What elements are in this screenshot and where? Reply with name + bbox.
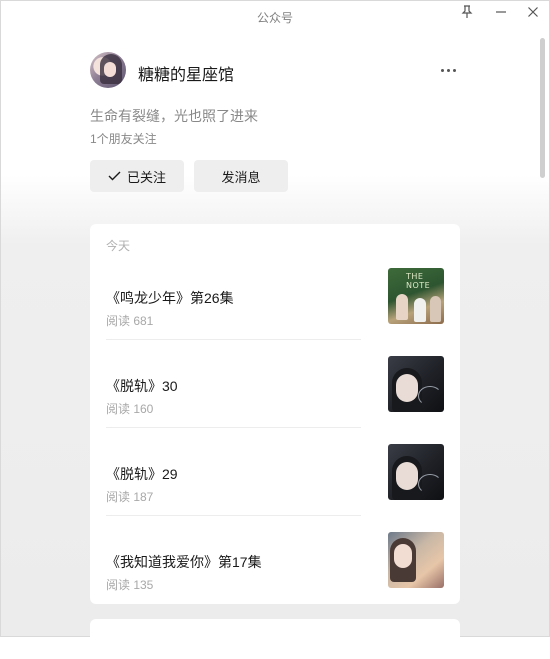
account-bio: 生命有裂缝，光也照了进来	[90, 108, 258, 124]
article-title: 《脱轨》29	[106, 466, 178, 482]
close-icon	[528, 7, 538, 17]
checkmark-icon	[108, 171, 121, 181]
more-dots-icon	[440, 68, 444, 72]
list-divider	[106, 427, 361, 428]
list-divider	[106, 339, 361, 340]
article-thumbnail	[388, 532, 444, 588]
article-read-count: 阅读 187	[106, 490, 154, 504]
article-item[interactable]: 《我知道我爱你》第17集 阅读 135	[90, 532, 460, 620]
list-divider	[106, 515, 361, 516]
minimize-icon	[496, 11, 506, 13]
send-message-button[interactable]: 发消息	[194, 160, 288, 192]
article-thumbnail	[388, 444, 444, 500]
article-read-count: 阅读 135	[106, 578, 154, 592]
title-bar: 公众号	[0, 0, 550, 32]
more-options-button[interactable]	[436, 60, 460, 80]
article-title: 《鸣龙少年》第26集	[106, 290, 234, 306]
followed-button-label: 已关注	[126, 169, 166, 185]
article-title: 《我知道我爱你》第17集	[106, 554, 262, 570]
article-item[interactable]: 《脱轨》30 阅读 160	[90, 356, 460, 444]
send-message-label: 发消息	[221, 169, 261, 185]
pin-button[interactable]	[453, 2, 481, 22]
friends-following-count[interactable]: 1个朋友关注	[90, 130, 157, 147]
article-title: 《脱轨》30	[106, 378, 178, 394]
article-thumbnail	[388, 356, 444, 412]
account-name[interactable]: 糖糖的星座馆	[138, 61, 234, 85]
scrollbar-thumb[interactable]	[540, 38, 545, 178]
article-read-count: 阅读 160	[106, 402, 154, 416]
minimize-button[interactable]	[487, 2, 515, 22]
avatar[interactable]	[90, 52, 126, 88]
article-item[interactable]: 《鸣龙少年》第26集 阅读 681 THE NOTE	[90, 268, 460, 356]
next-feed-card	[90, 619, 460, 659]
feed-date-label: 今天	[106, 239, 131, 253]
close-button[interactable]	[519, 2, 547, 22]
followed-button[interactable]: 已关注	[90, 160, 184, 192]
article-read-count: 阅读 681	[106, 314, 154, 328]
article-thumbnail: THE NOTE	[388, 268, 444, 324]
pin-icon	[461, 5, 473, 18]
article-item[interactable]: 《脱轨》29 阅读 187	[90, 444, 460, 532]
article-feed-card: 今天 《鸣龙少年》第26集 阅读 681 THE NOTE 《脱轨》30 阅读 1…	[90, 224, 460, 604]
